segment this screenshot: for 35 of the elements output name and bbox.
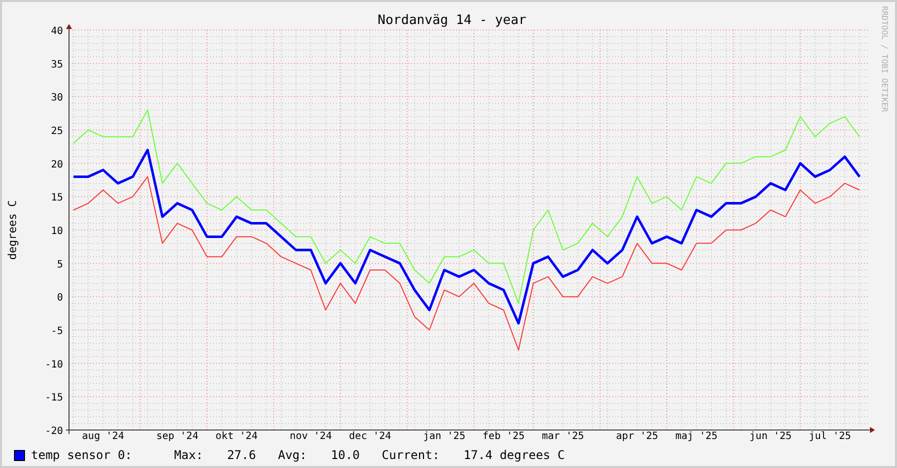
y-axis-label: degrees C bbox=[6, 200, 19, 260]
max-value: 27.6 bbox=[227, 448, 256, 462]
y-tick-label: -15 bbox=[44, 392, 63, 404]
y-tick-label: 10 bbox=[50, 226, 63, 237]
x-tick-label: feb '25 bbox=[482, 431, 525, 442]
x-tick-label: aug '24 bbox=[82, 431, 124, 442]
current-value: 17.4 degrees C bbox=[464, 448, 565, 462]
y-tick-label: 30 bbox=[50, 92, 63, 104]
x-tick-label: maj '25 bbox=[675, 431, 718, 442]
avg-value: 10.0 bbox=[330, 448, 360, 462]
x-tick-label: jun '25 bbox=[750, 431, 792, 442]
x-tick-label: dec '24 bbox=[349, 431, 392, 442]
watermark-text: RRDTOOL / TOBI OETIKER bbox=[880, 6, 889, 112]
x-tick-label: okt '24 bbox=[216, 431, 258, 442]
x-tick-label: jul '25 bbox=[808, 431, 852, 442]
y-tick-label: 40 bbox=[50, 26, 63, 37]
y-tick-label: 20 bbox=[50, 159, 63, 170]
x-tick-label: apr '25 bbox=[616, 431, 658, 442]
y-tick-label: -5 bbox=[50, 326, 63, 337]
legend-label: temp sensor 0: bbox=[31, 448, 132, 462]
avg-label: Avg: bbox=[278, 448, 307, 462]
current-label: Current: bbox=[382, 448, 440, 462]
y-tick-label: -10 bbox=[44, 359, 63, 370]
x-tick-label: mar '25 bbox=[542, 431, 584, 442]
y-tick-label: 35 bbox=[50, 59, 63, 70]
x-tick-label: jan '25 bbox=[423, 431, 466, 442]
y-tick-label: 5 bbox=[56, 259, 63, 270]
x-tick-label: sep '24 bbox=[156, 431, 198, 442]
x-tick-label: nov '24 bbox=[290, 431, 332, 442]
y-tick-label: 0 bbox=[56, 292, 63, 304]
y-tick-label: 25 bbox=[50, 126, 63, 137]
y-tick-label: 15 bbox=[50, 192, 63, 204]
y-tick-label: -20 bbox=[44, 426, 63, 434]
chart-title: Nordanväg 14 - year bbox=[378, 13, 526, 28]
max-label: Max: bbox=[174, 448, 204, 462]
